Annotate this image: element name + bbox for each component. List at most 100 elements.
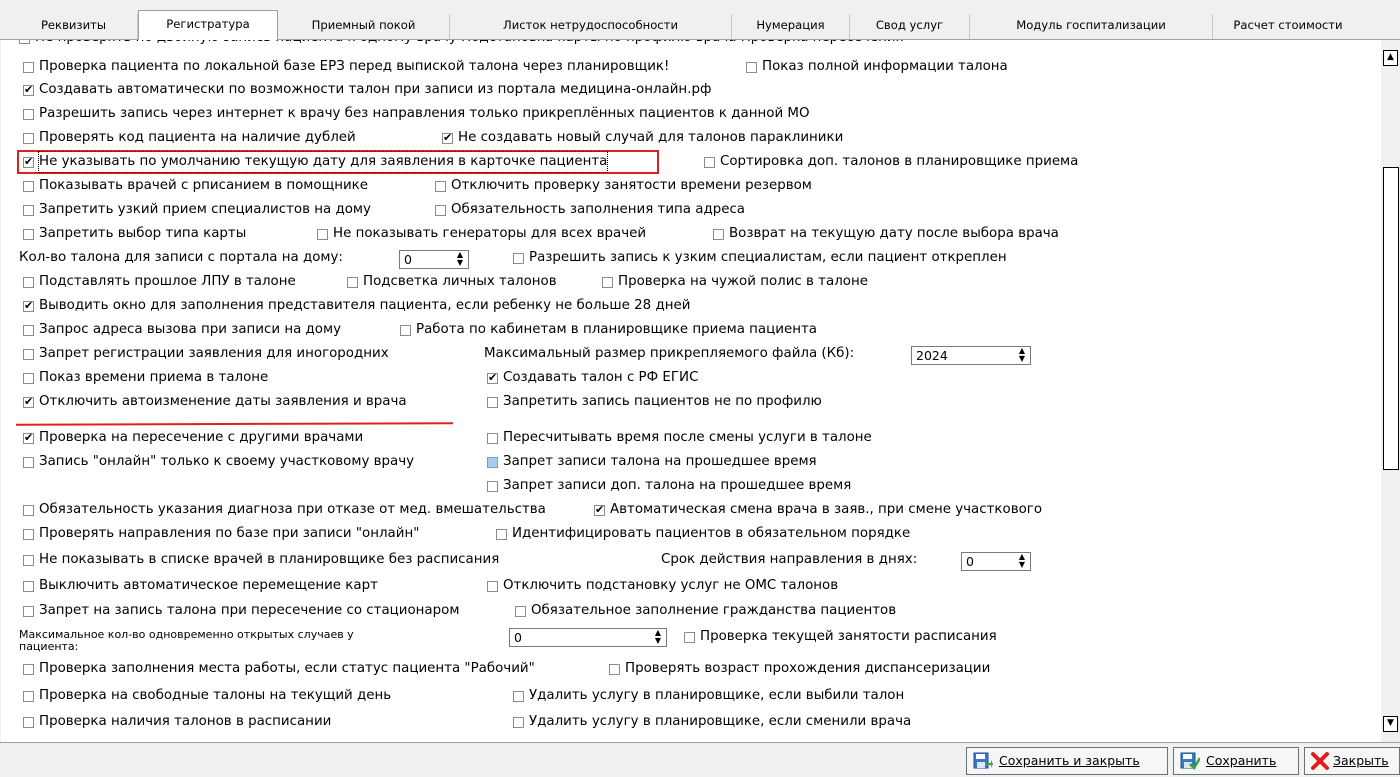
tab-registry[interactable]: Регистратура [138, 10, 278, 40]
tab-sick-leave[interactable]: Листок нетрудоспособности [450, 14, 732, 39]
checkbox[interactable] [347, 276, 358, 288]
scroll-up-icon[interactable]: ▲ [1383, 50, 1398, 66]
checkbox[interactable] [487, 456, 498, 468]
checkbox[interactable] [23, 153, 34, 171]
tab-requisites[interactable]: Реквизиты [10, 14, 138, 39]
checkbox[interactable] [23, 663, 34, 675]
option-row[interactable]: Показывать врачей с рписанием в помощник… [23, 176, 368, 196]
option-row[interactable]: Выводить окно для заполнения представите… [23, 296, 690, 316]
option-row[interactable]: Проверка текущей занятости расписания [684, 627, 997, 647]
option-row[interactable]: Возврат на текущую дату после выбора вра… [713, 224, 1059, 244]
checkbox[interactable] [23, 324, 34, 336]
checkbox[interactable] [23, 228, 34, 240]
checkbox[interactable] [515, 605, 526, 617]
option-row[interactable]: Сортировка доп. талонов в планировщике п… [704, 152, 1078, 172]
checkbox[interactable] [23, 108, 34, 120]
option-row[interactable]: Подставлять прошлое ЛПУ в талоне [23, 272, 296, 292]
spinner-arrows-icon[interactable]: ▲ ▼ [650, 629, 666, 646]
option-row[interactable]: Удалить услугу в планировщике, если выби… [513, 686, 904, 706]
checkbox[interactable] [487, 369, 498, 387]
checkbox[interactable] [487, 580, 498, 592]
checkbox[interactable] [400, 324, 411, 336]
checkbox[interactable] [487, 396, 498, 408]
checkbox[interactable] [435, 204, 446, 216]
option-row[interactable]: Проверка на чужой полис в талоне [602, 272, 868, 292]
checkbox[interactable] [609, 663, 620, 675]
option-row[interactable]: Работа по кабинетам в планировщике прием… [400, 320, 817, 340]
option-row[interactable]: Запретить выбор типа карты [23, 224, 246, 244]
checkbox[interactable] [23, 372, 34, 384]
checkbox[interactable] [513, 252, 524, 264]
option-row[interactable]: Проверка на пересечение с другими врачам… [23, 428, 363, 448]
option-row[interactable]: Запрет регистрации заявления для иногоро… [23, 344, 389, 364]
checkbox[interactable] [435, 180, 446, 192]
option-row[interactable]: Показ полной информации талона [746, 57, 1008, 77]
option-row[interactable]: Отключить автоизменение даты заявления и… [23, 392, 407, 412]
close-button[interactable]: Закрыть [1304, 747, 1400, 775]
option-row[interactable]: Подсветка личных талонов [347, 272, 557, 292]
scroll-thumb[interactable] [1383, 167, 1399, 470]
checkbox[interactable] [487, 432, 498, 444]
option-row[interactable]: Запрет записи талона на прошедшее время [487, 452, 817, 472]
checkbox[interactable] [487, 480, 498, 492]
spinner-arrows-icon[interactable]: ▲ ▼ [452, 251, 468, 268]
option-row[interactable]: Отключить проверку занятости времени рез… [435, 176, 812, 196]
option-row[interactable]: Создавать талон с РФ ЕГИС [487, 368, 698, 388]
checkbox[interactable] [23, 276, 34, 288]
option-row[interactable]: Проверка заполнения места работы, если с… [23, 659, 535, 679]
checkbox[interactable] [317, 228, 328, 240]
portal-home-stepper[interactable]: 0 ▲ ▼ [399, 250, 469, 269]
option-row[interactable]: Удалить услугу в планировщике, если смен… [513, 712, 911, 732]
checkbox[interactable] [496, 528, 507, 540]
option-row[interactable]: Пересчитывать время после смены услуги в… [487, 428, 872, 448]
option-row[interactable]: Автоматическая смена врача в заяв., при … [594, 500, 1042, 520]
checkbox[interactable] [713, 228, 724, 240]
option-row[interactable]: Запрос адреса вызова при записи на дому [23, 320, 341, 340]
option-row[interactable]: Запретить узкий прием специалистов на до… [23, 200, 371, 220]
checkbox[interactable] [704, 156, 715, 168]
vertical-scrollbar[interactable]: ▲ ▼ [1381, 40, 1400, 742]
checkbox[interactable] [23, 204, 34, 216]
spinner-arrows-icon[interactable]: ▲ ▼ [1014, 347, 1030, 364]
max-file-stepper[interactable]: 2024 ▲ ▼ [911, 346, 1031, 365]
checkbox[interactable] [23, 716, 34, 728]
checkbox[interactable] [23, 180, 34, 192]
checkbox[interactable] [23, 504, 34, 516]
option-row[interactable]: Запрет записи доп. талона на прошедшее в… [487, 476, 851, 496]
option-row[interactable]: Запрет на запись талона при пересечение … [23, 601, 459, 621]
option-row[interactable]: Обязательность заполнения типа адреса [435, 200, 745, 220]
checkbox[interactable] [442, 129, 453, 147]
option-row[interactable]: Запись "онлайн" только к своему участков… [23, 452, 414, 472]
checkbox[interactable] [513, 690, 524, 702]
checkbox[interactable] [23, 348, 34, 360]
tab-hospitalization[interactable]: Модуль госпитализации [970, 14, 1213, 39]
checkbox[interactable] [684, 631, 695, 643]
checkbox[interactable] [594, 501, 605, 519]
checkbox[interactable] [23, 393, 34, 411]
option-row[interactable]: Не указывать по умолчанию текущую дату д… [23, 151, 609, 173]
option-row[interactable]: Создавать автоматически по возможности т… [23, 80, 711, 100]
checkbox[interactable] [23, 554, 34, 566]
save-button[interactable]: Сохранить [1173, 747, 1299, 775]
option-row[interactable]: Обязательное заполнение гражданства паци… [515, 601, 896, 621]
checkbox[interactable] [23, 528, 34, 540]
save-close-button[interactable]: Сохранить и закрыть [966, 747, 1168, 775]
option-row[interactable]: Проверять код пациента на наличие дублей [23, 128, 356, 148]
checkbox[interactable] [746, 61, 757, 73]
option-row[interactable]: Не показывать в списке врачей в планиров… [23, 550, 499, 570]
checkbox[interactable] [23, 61, 34, 73]
referral-days-stepper[interactable]: 0 ▲ ▼ [961, 552, 1031, 571]
max-cases-stepper[interactable]: 0 ▲ ▼ [509, 628, 667, 647]
option-row[interactable]: Не показывать генераторы для всех врачей [317, 224, 646, 244]
option-row[interactable]: Не создавать новый случай для талонов па… [442, 128, 843, 148]
checkbox[interactable] [513, 716, 524, 728]
option-row[interactable]: Проверка наличия талонов в расписании [23, 712, 331, 732]
scroll-down-icon[interactable]: ▼ [1383, 716, 1398, 732]
tab-reception[interactable]: Приемный покой [278, 14, 450, 39]
checkbox[interactable] [23, 605, 34, 617]
tab-cost[interactable]: Расчет стоимости [1213, 14, 1363, 39]
option-row[interactable]: Запретить запись пациентов не по профилю [487, 392, 822, 412]
checkbox[interactable] [23, 690, 34, 702]
option-row[interactable]: Проверять направления по базе при записи… [23, 524, 419, 544]
option-row[interactable]: Проверка на свободные талоны на текущий … [23, 686, 391, 706]
